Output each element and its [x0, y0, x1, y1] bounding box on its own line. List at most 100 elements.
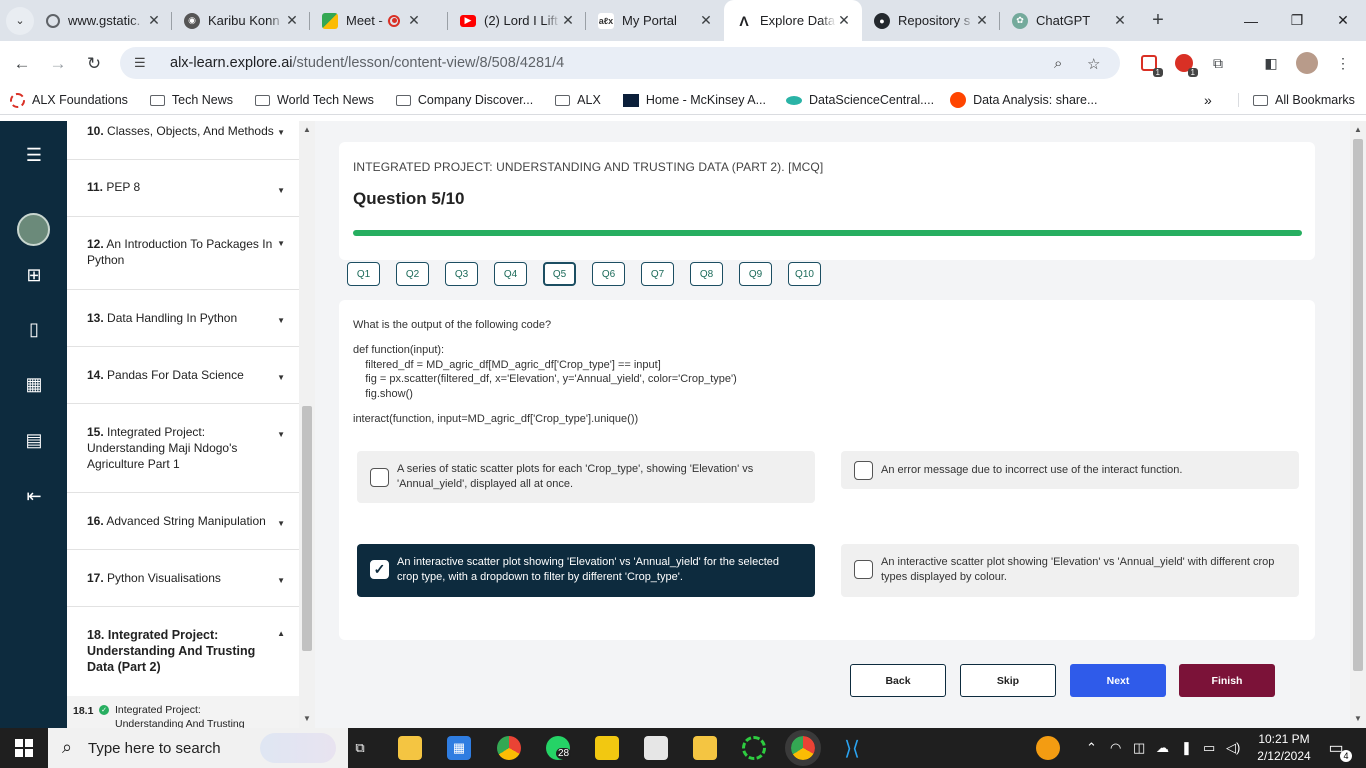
meet-tray-icon[interactable]: ◫	[1133, 740, 1145, 756]
side-panel-icon[interactable]: ◧	[1260, 52, 1282, 74]
bookmark-folder[interactable]: Company Discover...	[395, 93, 533, 107]
close-icon[interactable]: ✕	[836, 12, 852, 29]
volume-icon[interactable]: ◁)	[1226, 740, 1240, 756]
windows-start-icon[interactable]	[12, 736, 36, 760]
extension-red-badge-icon[interactable]: 1	[1173, 52, 1198, 77]
zoom-icon[interactable]: ⌕	[1054, 55, 1062, 72]
question-nav-q9[interactable]: Q9	[739, 262, 772, 286]
copilot-pill[interactable]	[260, 733, 336, 763]
dashboard-grid-icon[interactable]: ⊞	[22, 263, 46, 287]
tab-explore-data[interactable]: Λ Explore Data ✕	[724, 0, 862, 41]
extensions-puzzle-icon[interactable]: ⧉	[1207, 52, 1229, 74]
chrome-active-icon[interactable]	[785, 730, 821, 766]
close-window-button[interactable]: ✕	[1320, 0, 1366, 41]
question-nav-q3[interactable]: Q3	[445, 262, 478, 286]
bookmark-item[interactable]: ALX Foundations	[10, 92, 128, 108]
reader-icon[interactable]	[644, 736, 668, 760]
chevron-up-icon[interactable]: ⌃	[1086, 740, 1097, 756]
bookmark-item[interactable]: Data Analysis: share...	[950, 92, 1097, 108]
bookmark-folder[interactable]: Tech News	[149, 93, 233, 107]
clock[interactable]: 10:21 PM 2/12/2024	[1254, 731, 1314, 765]
close-icon[interactable]: ✕	[284, 12, 300, 29]
close-icon[interactable]: ✕	[1112, 12, 1128, 29]
bookmark-item[interactable]: DataScienceCentral....	[786, 93, 934, 107]
question-nav-q8[interactable]: Q8	[690, 262, 723, 286]
address-bar[interactable]: ☰ alx-learn.explore.ai/student/lesson/co…	[120, 47, 1120, 79]
next-button[interactable]: Next	[1070, 664, 1166, 697]
tab-youtube[interactable]: ▶ (2) Lord I Lift ✕	[448, 0, 586, 41]
question-nav-q5[interactable]: Q5	[543, 262, 576, 286]
scrollbar-thumb[interactable]	[1353, 139, 1363, 671]
logout-icon[interactable]: ⇤	[22, 484, 46, 508]
hamburger-menu-icon[interactable]: ☰	[22, 143, 46, 167]
question-nav-q1[interactable]: Q1	[347, 262, 380, 286]
lesson-item[interactable]: 17. Python Visualisations ▼	[67, 550, 299, 607]
question-nav-q6[interactable]: Q6	[592, 262, 625, 286]
lesson-item-active[interactable]: 18. Integrated Project: Understanding An…	[67, 607, 299, 696]
tab-gstatic[interactable]: www.gstatic. ✕	[34, 0, 172, 41]
all-bookmarks[interactable]: All Bookmarks	[1238, 93, 1355, 107]
question-nav-q4[interactable]: Q4	[494, 262, 527, 286]
tab-chatgpt[interactable]: ✿ ChatGPT ✕	[1000, 0, 1138, 41]
question-nav-q10[interactable]: Q10	[788, 262, 821, 286]
minimize-button[interactable]: —	[1228, 0, 1274, 41]
close-icon[interactable]: ✕	[406, 12, 422, 29]
answer-option-d[interactable]: An interactive scatter plot showing 'Ele…	[841, 544, 1299, 597]
more-bookmarks-icon[interactable]: »	[1204, 92, 1212, 108]
page-scrollbar[interactable]: ▲ ▼	[1350, 121, 1366, 728]
network-icon[interactable]: ◠	[1110, 740, 1121, 756]
checkbox[interactable]	[854, 560, 873, 579]
tab-search-button[interactable]: ⌄	[6, 6, 34, 35]
sub-lesson-item[interactable]: 18.1 ✓ Integrated Project: Understanding…	[67, 696, 299, 728]
scrollbar-thumb[interactable]	[302, 406, 312, 651]
question-nav-q2[interactable]: Q2	[396, 262, 429, 286]
tab-repository[interactable]: ● Repository s ✕	[862, 0, 1000, 41]
bookmark-item[interactable]: Home - McKinsey A...	[622, 93, 766, 107]
lesson-item[interactable]: 15. Integrated Project: Understanding Ma…	[67, 404, 299, 493]
answer-option-b[interactable]: An error message due to incorrect use of…	[841, 451, 1299, 489]
calendar-icon[interactable]: ▦	[22, 372, 46, 396]
sidebar-scrollbar[interactable]: ▲ ▼	[299, 121, 315, 728]
bookmark-star-icon[interactable]: ☆	[1087, 55, 1100, 73]
reload-button[interactable]: ↻	[78, 48, 110, 80]
chrome-icon[interactable]	[497, 736, 521, 760]
lesson-item[interactable]: 10. Classes, Objects, And Methods ▼	[67, 121, 299, 160]
lesson-item[interactable]: 11. PEP 8 ▼	[67, 160, 299, 217]
checkbox[interactable]	[854, 461, 873, 480]
tab-my-portal[interactable]: aℓx My Portal ✕	[586, 0, 724, 41]
close-icon[interactable]: ✕	[560, 12, 576, 29]
site-info-icon[interactable]: ☰	[134, 55, 158, 71]
book-icon[interactable]: ▯	[22, 317, 46, 341]
browser-menu-icon[interactable]: ⋮	[1332, 52, 1354, 74]
cloud-icon[interactable]: ☁	[1156, 740, 1169, 756]
forward-nav-button[interactable]: →	[42, 48, 74, 80]
tab-meet[interactable]: Meet - q ✕	[310, 0, 448, 41]
weather-icon[interactable]	[1036, 736, 1060, 760]
power-bi-icon[interactable]	[595, 736, 619, 760]
whatsapp-icon[interactable]: 28	[546, 736, 572, 760]
skip-button[interactable]: Skip	[960, 664, 1056, 697]
folder-app-icon[interactable]	[693, 736, 717, 760]
file-explorer-icon[interactable]	[398, 736, 422, 760]
task-view-icon[interactable]: ⧉	[348, 736, 372, 760]
notification-center-icon[interactable]: ▭ 4	[1324, 736, 1352, 762]
question-nav-q7[interactable]: Q7	[641, 262, 674, 286]
lesson-item[interactable]: 14. Pandas For Data Science ▼	[67, 347, 299, 404]
taskbar-search-box[interactable]: ⌕ Type here to search	[48, 728, 348, 768]
close-icon[interactable]: ✕	[974, 12, 990, 29]
answer-option-a[interactable]: A series of static scatter plots for eac…	[357, 451, 815, 503]
extension-red-icon[interactable]: 1	[1138, 52, 1163, 77]
document-icon[interactable]: ▤	[22, 428, 46, 452]
lesson-item[interactable]: 13. Data Handling In Python ▼	[67, 290, 299, 347]
checkbox[interactable]	[370, 468, 389, 487]
close-icon[interactable]: ✕	[146, 12, 162, 29]
bookmark-folder[interactable]: World Tech News	[255, 93, 374, 107]
user-avatar[interactable]	[17, 213, 50, 246]
microsoft-store-icon[interactable]: ▦	[447, 736, 471, 760]
restore-button[interactable]: ❐	[1274, 0, 1320, 41]
vscode-icon[interactable]: ⟩⟨	[840, 736, 864, 760]
lesson-item[interactable]: 12. An Introduction To Packages In Pytho…	[67, 217, 299, 290]
finish-button[interactable]: Finish	[1179, 664, 1275, 697]
back-nav-button[interactable]: ←	[6, 48, 38, 80]
back-button[interactable]: Back	[850, 664, 946, 697]
